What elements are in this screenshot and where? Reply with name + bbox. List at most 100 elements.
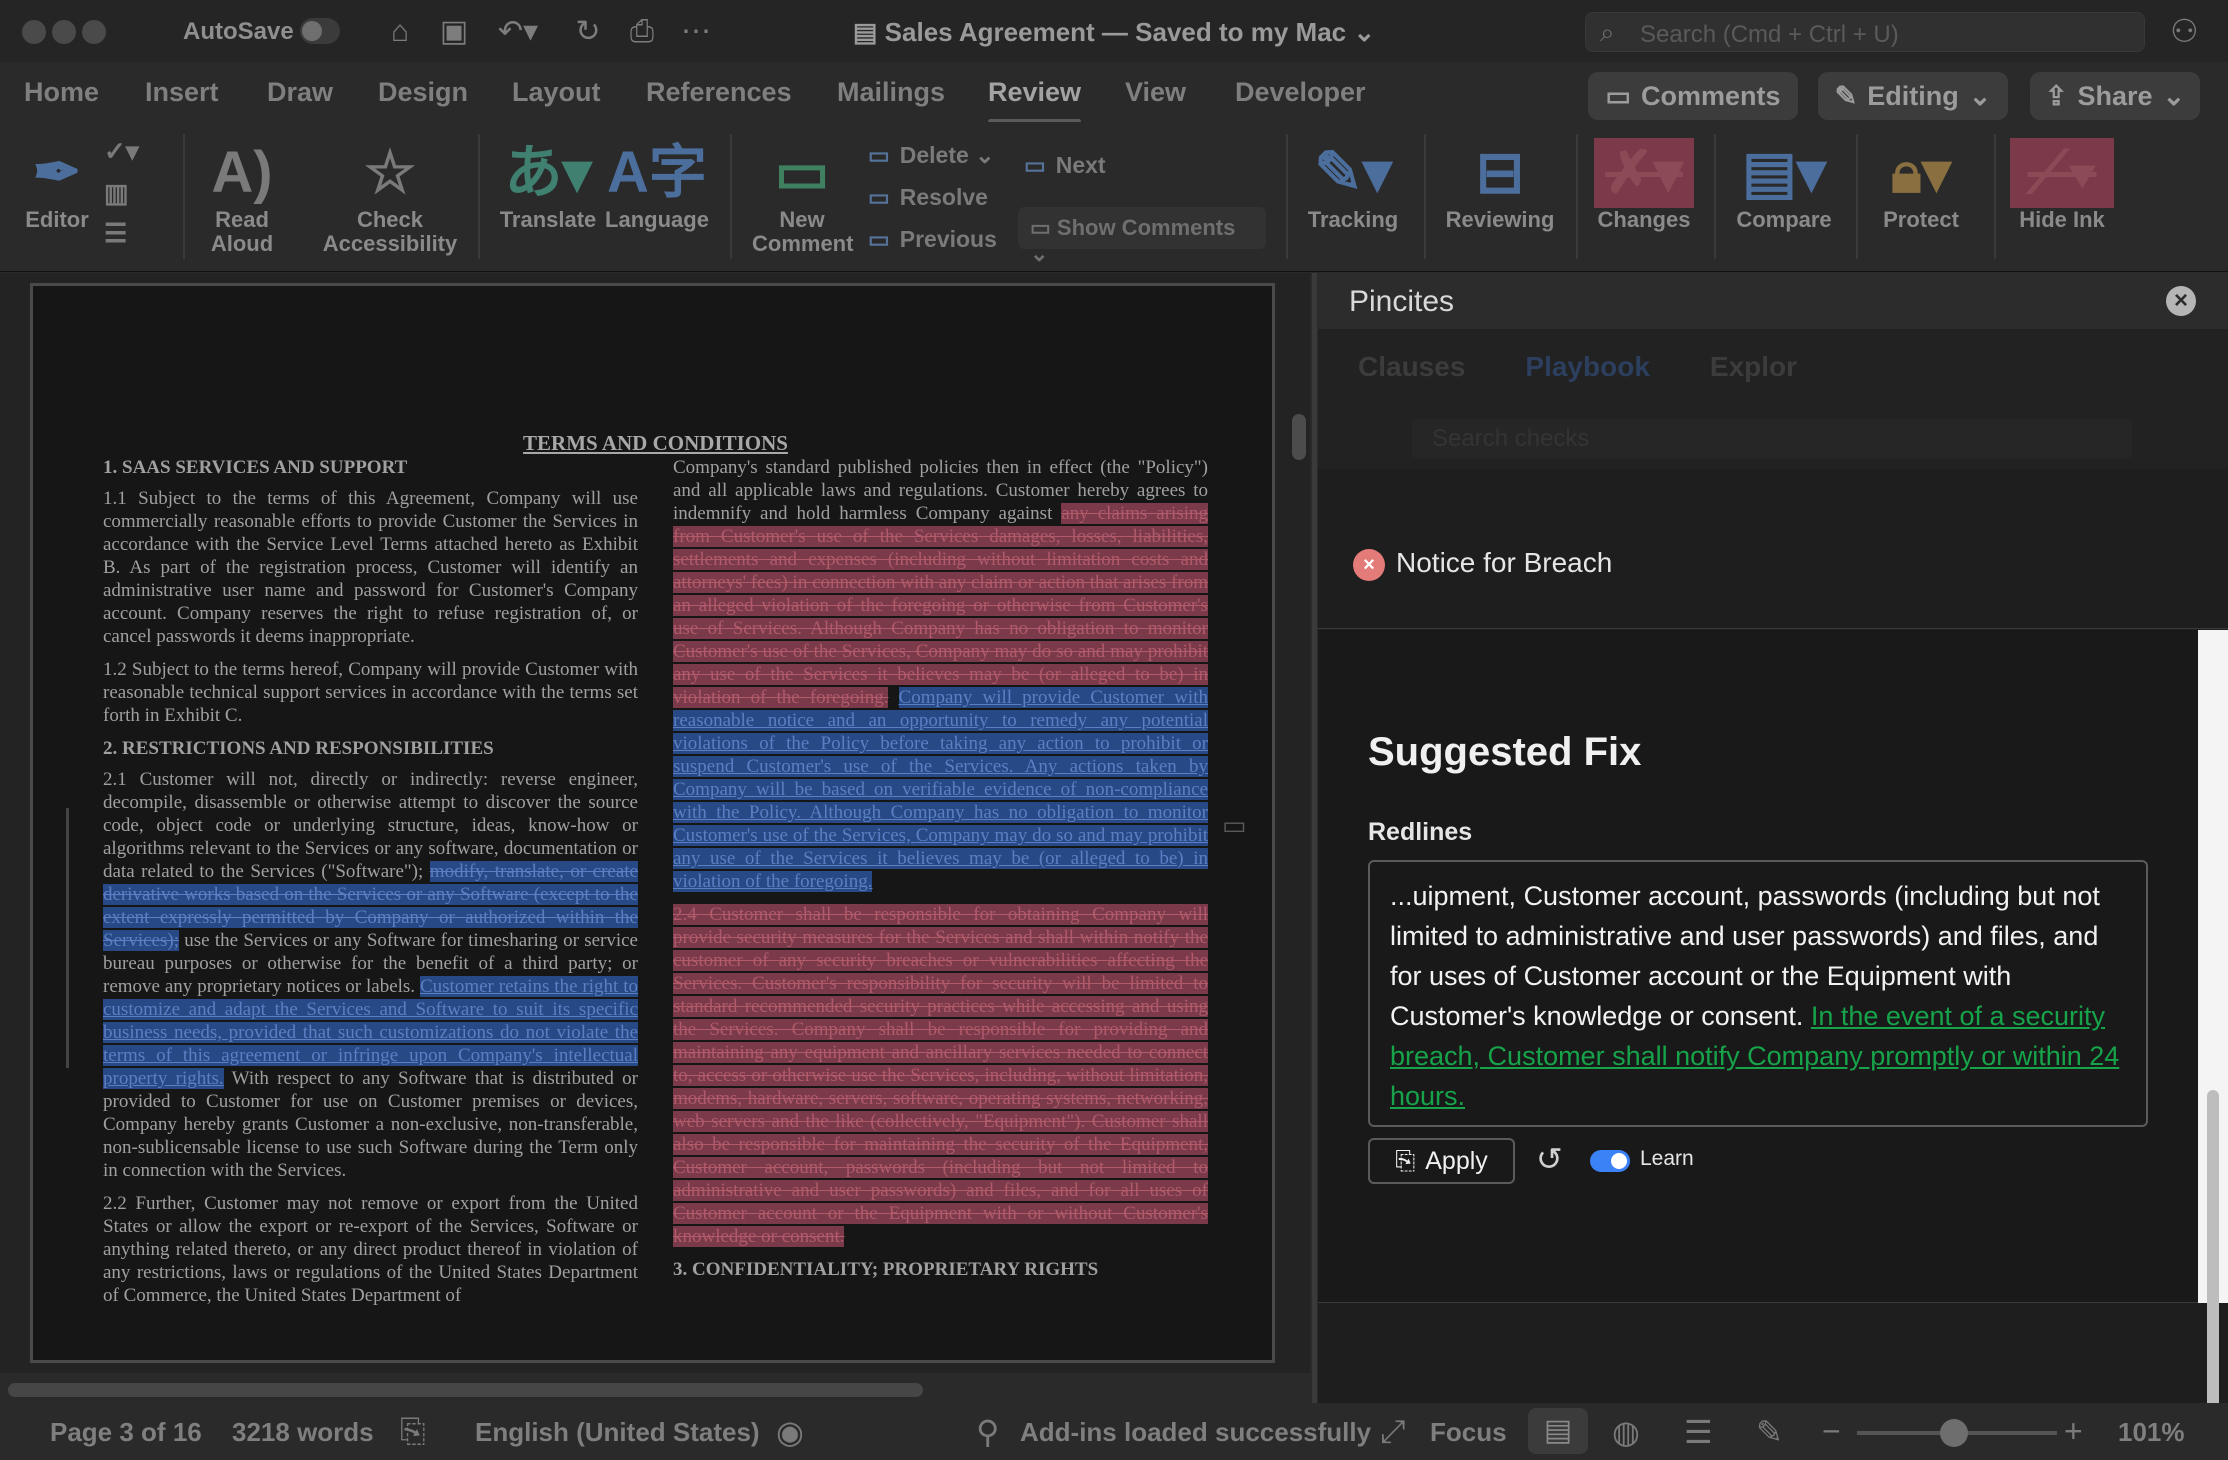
hide-ink-button[interactable]: ⟋▾ Hide Ink [2010, 138, 2114, 232]
document-horizontal-scrollbar[interactable] [8, 1383, 923, 1397]
document-vertical-scrollbar[interactable] [1292, 414, 1306, 460]
focus-label[interactable]: Focus [1430, 1417, 1507, 1448]
next-comment-button[interactable]: ▭ Next [1024, 152, 1106, 179]
previous-comment-button[interactable]: ▭ Previous [868, 226, 997, 253]
checks-search[interactable]: Search checks [1412, 419, 2132, 459]
share-button[interactable]: ⇪ Share ⌄ [2030, 72, 2200, 120]
proofing-icon[interactable]: ⎘ [400, 1413, 426, 1451]
word-count-icon[interactable]: ☰ [104, 218, 127, 249]
error-x-icon: × [1353, 549, 1385, 581]
web-layout-icon[interactable]: ◍ [1612, 1413, 1640, 1451]
outline-view-icon[interactable]: ☰ [1684, 1413, 1713, 1451]
tab-references[interactable]: References [646, 77, 792, 108]
review-ribbon: ✒ Editor ✓▾ ▥ ☰ A) Read Aloud ☆ Check Accessi… [0, 122, 2228, 272]
pane-scrollbar[interactable] [2198, 630, 2228, 1450]
translate-button[interactable]: あ▾ Translate [498, 138, 598, 232]
paragraph: 1.2 Subject to the terms hereof, Company… [103, 659, 638, 726]
tab-home[interactable]: Home [24, 77, 99, 108]
pane-tabs: Clauses Playbook Explor [1358, 351, 1797, 383]
hide-ink-label: Hide Ink [2019, 207, 2105, 232]
next-icon: ▭ [1024, 152, 1046, 178]
next-label: Next [1055, 152, 1106, 178]
apply-label: Apply [1425, 1146, 1488, 1175]
pencil-icon: ✎ [1834, 80, 1858, 111]
language-icon: A字 [607, 140, 707, 205]
read-aloud-button[interactable]: A) Read Aloud [200, 138, 284, 256]
ribbon-separator [1994, 134, 1996, 259]
reviewing-button[interactable]: ⊟ Reviewing [1444, 138, 1556, 232]
doc-heading: TERMS AND CONDITIONS [523, 431, 788, 455]
undo-icon[interactable]: ↺ [1536, 1140, 1563, 1178]
notice-row[interactable]: × Notice for Breach [1318, 469, 2228, 629]
pane-divider[interactable] [1312, 273, 1317, 1403]
section-heading: 2. RESTRICTIONS AND RESPONSIBILITIES [103, 738, 494, 759]
print-layout-view-icon[interactable]: ▤ [1528, 1408, 1588, 1454]
tab-draw[interactable]: Draw [267, 77, 333, 108]
tab-view[interactable]: View [1125, 77, 1186, 108]
tab-design[interactable]: Design [378, 77, 468, 108]
zoom-slider-handle[interactable] [1940, 1419, 1968, 1447]
language-button[interactable]: A字 Language [604, 138, 710, 232]
zoom-in-icon[interactable]: + [2064, 1413, 2083, 1450]
pane-scroll-thumb[interactable] [2207, 1090, 2219, 1450]
redlines-label: Redlines [1368, 818, 1473, 846]
comment-icon: ▭ [1605, 80, 1631, 111]
tab-clauses[interactable]: Clauses [1358, 351, 1465, 383]
word-window: AutoSave ⌂ ▣ ↶▾ ↻ ⎙ ⋯ ▤ Sales Agreement … [0, 0, 2228, 1460]
resolve-icon: ▭ [868, 184, 890, 210]
tab-developer[interactable]: Developer [1235, 77, 1366, 108]
word-count[interactable]: 3218 words [232, 1417, 374, 1448]
document-page[interactable]: TERMS AND CONDITIONS 1. SAAS SERVICES AN… [30, 283, 1275, 1363]
thesaurus-icon[interactable]: ▥ [104, 178, 129, 209]
share-people-icon[interactable]: ⚇ [2170, 12, 2199, 50]
document-title-text: Sales Agreement — Saved to my Mac [884, 17, 1347, 47]
compare-button[interactable]: ▤▾ Compare [1734, 138, 1834, 232]
changes-button[interactable]: ✗▾ Changes [1594, 138, 1694, 232]
editing-button[interactable]: ✎ Editing ⌄ [1818, 72, 2008, 120]
title-bar: AutoSave ⌂ ▣ ↶▾ ↻ ⎙ ⋯ ▤ Sales Agreement … [0, 0, 2228, 62]
check-accessibility-button[interactable]: ☆ Check Accessibility [320, 138, 460, 256]
ribbon-separator [1286, 134, 1288, 259]
tab-explore[interactable]: Explor [1710, 351, 1797, 383]
resolve-button[interactable]: ▭ Resolve [868, 184, 988, 211]
comments-button[interactable]: ▭ Comments [1588, 72, 1798, 120]
status-bar: Page 3 of 16 3218 words ⎘ English (Unite… [0, 1403, 2228, 1460]
language-status[interactable]: English (United States) [475, 1417, 760, 1448]
comment-marker-icon[interactable]: ▭ [1222, 810, 1247, 841]
check-accessibility-label-1: Check [356, 207, 424, 232]
spelling-icon[interactable]: ✓▾ [104, 136, 139, 167]
draft-view-icon[interactable]: ✎ [1756, 1413, 1783, 1451]
tab-playbook[interactable]: Playbook [1525, 351, 1649, 383]
section-heading: 1. SAAS SERVICES AND SUPPORT [103, 457, 408, 478]
share-icon: ⇪ [2044, 80, 2068, 111]
tab-insert[interactable]: Insert [145, 77, 219, 108]
notice-label: Notice for Breach [1396, 547, 1613, 578]
learn-toggle[interactable] [1590, 1150, 1630, 1172]
zoom-level[interactable]: 101% [2118, 1417, 2185, 1448]
ribbon-separator [183, 134, 185, 259]
close-pane-icon[interactable]: × [2166, 286, 2196, 316]
new-comment-button[interactable]: ▭ New Comment [752, 138, 853, 256]
lock-icon: 🔒︎▾ [1891, 140, 1951, 205]
focus-icon[interactable]: ⤢ [1380, 1413, 1406, 1451]
new-comment-icon: ▭ [774, 140, 830, 205]
document-canvas[interactable]: TERMS AND CONDITIONS 1. SAAS SERVICES AN… [0, 273, 1310, 1373]
pane-header: Pincites × [1318, 273, 2228, 329]
delete-comment-button[interactable]: ▭ Delete ⌄ [868, 142, 994, 169]
reviewing-label: Reviewing [1445, 207, 1555, 232]
page-count[interactable]: Page 3 of 16 [50, 1417, 202, 1448]
protect-button[interactable]: 🔒︎▾ Protect [1876, 138, 1966, 232]
editing-label: Editing [1867, 80, 1959, 111]
show-comments-button[interactable]: ▭ Show Comments ⌄ [1018, 207, 1266, 266]
tab-review[interactable]: Review [988, 77, 1082, 124]
tab-mailings[interactable]: Mailings [837, 77, 945, 108]
search-box[interactable]: ⌕ Search (Cmd + Ctrl + U) [1585, 12, 2145, 52]
editor-button[interactable]: ✒ Editor [20, 138, 94, 232]
editor-label: Editor [25, 207, 89, 232]
chevron-down-icon: ⌄ [1968, 80, 1992, 111]
apply-button[interactable]: ⎘ Apply [1368, 1138, 1515, 1184]
zoom-out-icon[interactable]: − [1822, 1413, 1841, 1450]
accessibility-status-icon[interactable]: ◉ [776, 1413, 804, 1451]
tracking-button[interactable]: ✎▾ Tracking [1305, 138, 1401, 232]
tab-layout[interactable]: Layout [512, 77, 601, 108]
